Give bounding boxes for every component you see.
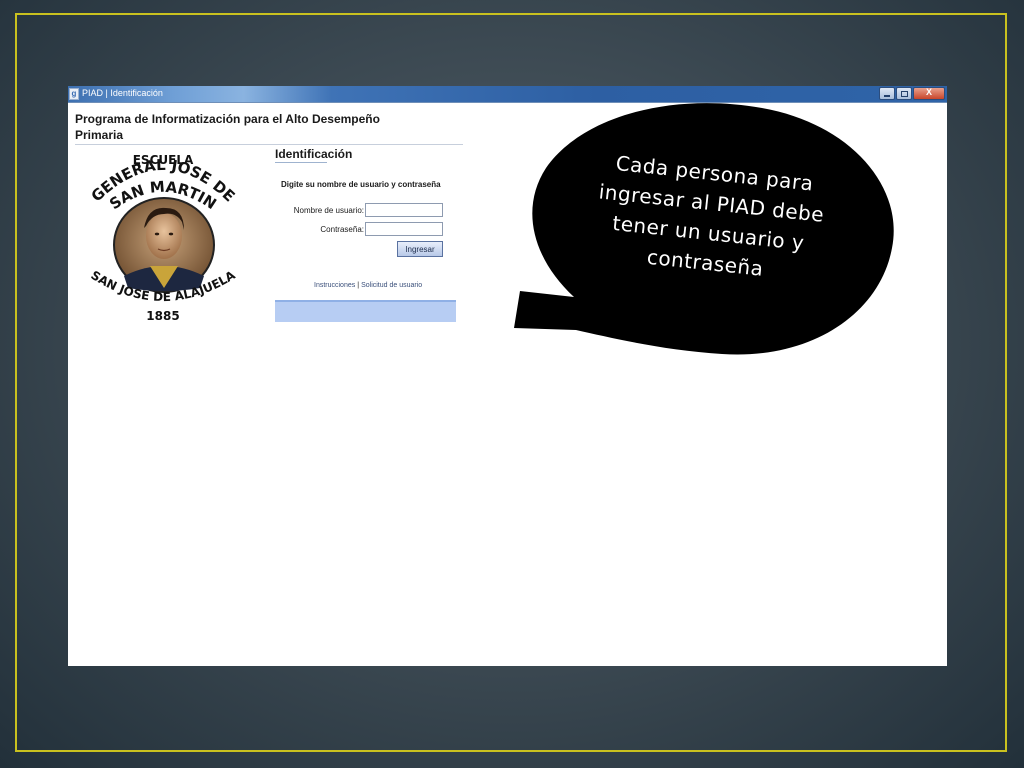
password-label: Contraseña: bbox=[320, 225, 364, 234]
username-input[interactable] bbox=[365, 203, 443, 217]
request-user-link[interactable]: Solicitud de usuario bbox=[361, 282, 422, 289]
login-footer-panel bbox=[275, 300, 456, 322]
logo-line-year: 1885 bbox=[146, 309, 179, 323]
app-icon: g bbox=[69, 88, 79, 100]
username-label: Nombre de usuario: bbox=[293, 206, 364, 215]
portrait-image bbox=[113, 197, 215, 293]
links-separator: | bbox=[357, 282, 360, 289]
app-title: Programa de Informatización para el Alto… bbox=[75, 112, 380, 142]
window-title: PIAD | Identificación bbox=[82, 88, 163, 98]
school-logo: ESCUELA GENERAL JOSE DE SAN MARTIN SAN J… bbox=[88, 153, 239, 323]
password-input[interactable] bbox=[365, 222, 443, 236]
close-glyph: X bbox=[925, 87, 932, 97]
close-icon[interactable]: X bbox=[913, 87, 945, 100]
login-button[interactable]: Ingresar bbox=[397, 241, 443, 257]
callout-text: Cada persona para ingresar al PIAD debe … bbox=[597, 150, 826, 281]
login-title: Identificación bbox=[275, 147, 353, 161]
login-links: Instrucciones | Solicitud de usuario bbox=[314, 282, 422, 289]
login-title-underline bbox=[275, 162, 327, 163]
instructions-link[interactable]: Instrucciones bbox=[314, 282, 355, 289]
maximize-icon[interactable] bbox=[896, 87, 912, 100]
header-divider bbox=[75, 144, 463, 145]
login-instruction: Digite su nombre de usuario y contraseña bbox=[281, 180, 441, 189]
